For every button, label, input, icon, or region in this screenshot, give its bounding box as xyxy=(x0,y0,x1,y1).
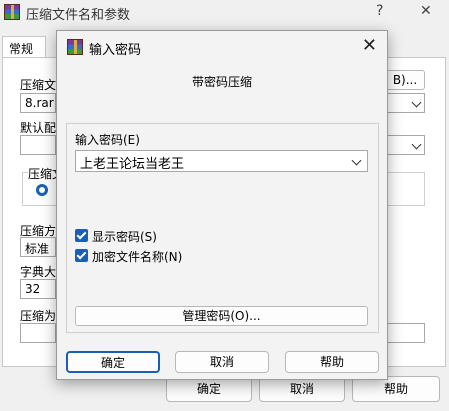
dialog-title: 输入密码 xyxy=(89,43,142,58)
split-volumes-dropdown[interactable] xyxy=(385,323,425,343)
dialog-heading: 带密码压缩 xyxy=(191,75,252,89)
background-window-title: 压缩文件名和参数 xyxy=(26,8,131,23)
encrypt-filenames-label: 加密文件名称(N) xyxy=(92,250,183,264)
manage-passwords-button[interactable]: 管理密码(O)... xyxy=(75,306,368,326)
compress-method-field[interactable]: 标准 xyxy=(20,237,56,257)
archive-name-label: 压缩文 xyxy=(20,78,56,92)
default-profile-label: 默认配 xyxy=(20,121,56,135)
tab-general[interactable]: 常规 xyxy=(2,36,46,58)
archive-name-dropdown[interactable] xyxy=(385,93,425,113)
show-password-label: 显示密码(S) xyxy=(92,230,157,244)
checkbox-checked-icon xyxy=(75,229,88,242)
dialog-titlebar: 输入密码 ✕ xyxy=(57,31,387,61)
compress-format-label: 压缩文 xyxy=(28,165,56,182)
chevron-down-icon xyxy=(411,139,422,150)
split-volumes-field[interactable] xyxy=(20,323,56,343)
ok-button[interactable]: 确定 xyxy=(66,351,160,373)
rar-radio[interactable] xyxy=(36,184,48,196)
cancel-button[interactable]: 取消 xyxy=(175,351,269,373)
winrar-icon xyxy=(67,39,83,55)
default-profile-dropdown[interactable] xyxy=(385,135,425,155)
close-icon[interactable]: ✕ xyxy=(420,3,432,19)
show-password-checkbox[interactable]: 显示密码(S) xyxy=(75,228,245,244)
dictionary-size-field[interactable]: 32 xyxy=(20,279,56,299)
split-volumes-label: 压缩为 xyxy=(20,309,56,323)
dictionary-size-label: 字典大 xyxy=(20,265,56,279)
format-group-right xyxy=(385,172,425,206)
winrar-icon xyxy=(4,4,20,20)
password-label: 输入密码(E) xyxy=(75,133,140,147)
background-titlebar: 压缩文件名和参数 ? ✕ xyxy=(0,0,449,26)
help-icon[interactable]: ? xyxy=(376,3,383,19)
browse-button[interactable]: B)... xyxy=(385,70,425,90)
password-input[interactable]: 上老王论坛当老王 xyxy=(75,150,368,172)
checkbox-checked-icon xyxy=(75,249,88,262)
close-icon[interactable]: ✕ xyxy=(362,35,377,56)
chevron-down-icon xyxy=(411,97,422,108)
help-button[interactable]: 帮助 xyxy=(285,351,379,373)
archive-name-field[interactable]: 8.rar xyxy=(20,93,56,113)
password-dialog: 输入密码 ✕ 带密码压缩 输入密码(E) 上老王论坛当老王 显示密码(S) 加密… xyxy=(56,30,388,380)
encrypt-filenames-checkbox[interactable]: 加密文件名称(N) xyxy=(75,248,245,264)
default-profile-field[interactable] xyxy=(20,135,56,155)
